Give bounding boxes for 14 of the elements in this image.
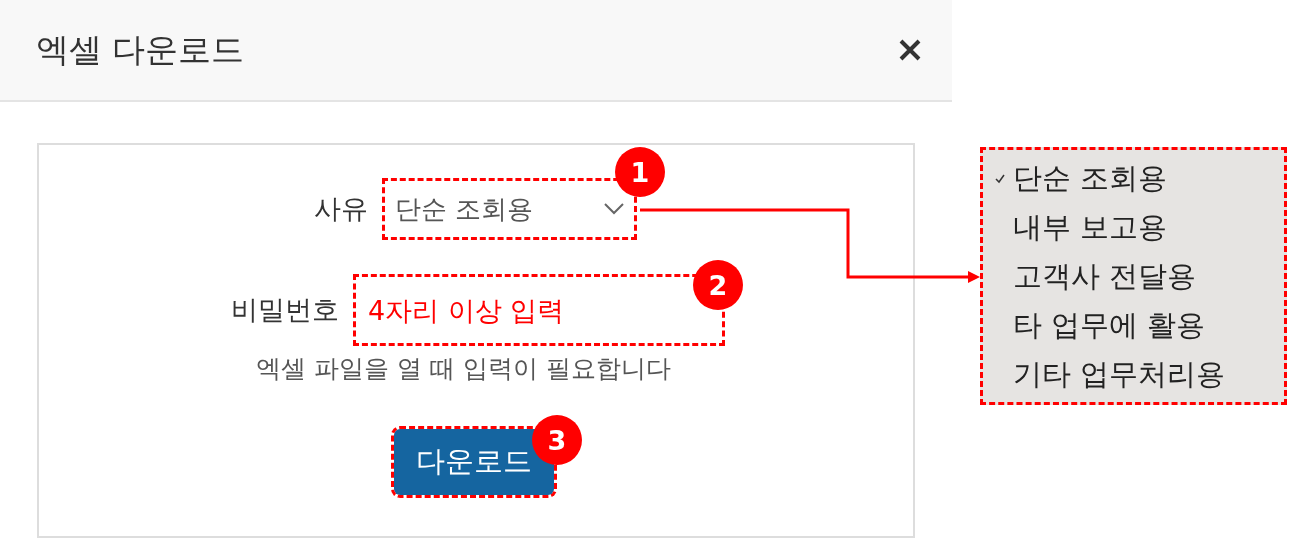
menu-item[interactable]: 내부 보고용 (995, 203, 1284, 252)
menu-item[interactable]: 기타 업무처리용 (995, 350, 1284, 399)
password-label: 비밀번호 (231, 293, 339, 327)
menu-item[interactable]: 타 업무에 활용 (995, 301, 1284, 350)
step-badge: 2 (693, 260, 743, 310)
step-badge: 1 (615, 147, 665, 197)
reason-label: 사유 (314, 192, 368, 226)
dialog-title: 엑셀 다운로드 (36, 28, 245, 71)
menu-item[interactable]: 고객사 전달용 (995, 252, 1284, 301)
password-hint: 엑셀 파일을 열 때 입력이 필요합니다 (256, 353, 671, 385)
step-badge: 3 (532, 415, 582, 465)
menu-item[interactable]: 단순 조회용 (995, 154, 1284, 203)
chevron-down-icon (604, 203, 624, 215)
close-icon[interactable] (898, 38, 922, 62)
